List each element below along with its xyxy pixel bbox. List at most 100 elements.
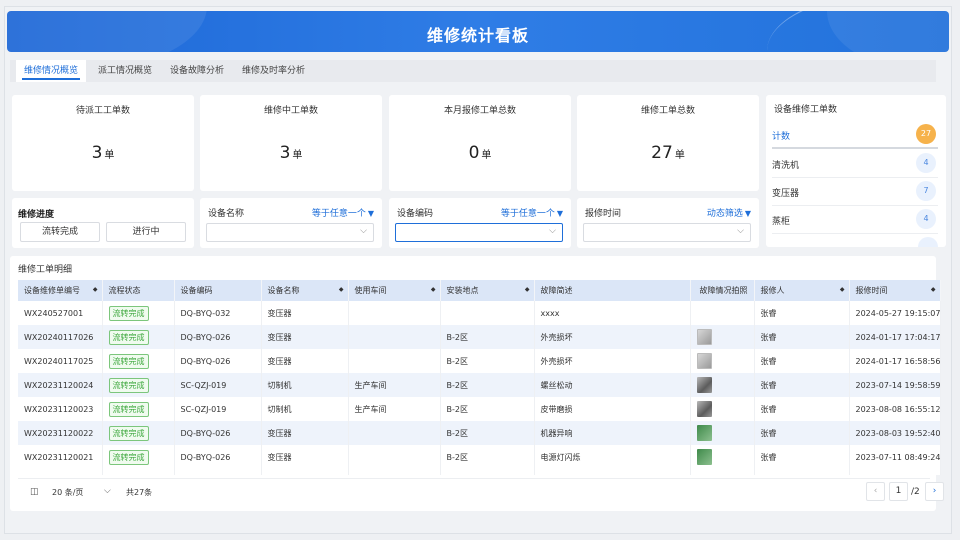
column-header[interactable]: 使用车间 ◆ xyxy=(348,280,441,301)
table-row[interactable]: WX240527001 流转完成 DQ-BYQ-032 变压器 xxxx 张睿 2024-0… xyxy=(18,301,941,325)
reporter-cell: 张睿 xyxy=(754,421,850,445)
chevron-down-icon: ⌵ xyxy=(360,226,367,236)
stat-value: 27 单 xyxy=(651,143,685,163)
device-count-row[interactable]: 清洗机 4 xyxy=(772,150,938,178)
reporter-cell: 张睿 xyxy=(754,349,850,373)
photo-cell xyxy=(690,397,755,421)
table-row[interactable]: WX20231120024 流转完成 SC-QZJ-019 切制机 生产车间 B-2区 螺丝… xyxy=(18,373,941,397)
stat-title: 维修中工单数 xyxy=(263,106,318,116)
page-title: 维修统计看板 xyxy=(426,26,529,45)
filter-mode-dropdown[interactable]: 动态筛选 ▼ xyxy=(707,206,751,219)
status-badge: 流转完成 xyxy=(108,449,149,465)
order-id-cell: WX240527001 xyxy=(18,301,103,325)
status-cell: 流转完成 xyxy=(102,421,175,445)
photo-cell xyxy=(690,421,755,445)
stat-value: 0单 xyxy=(468,143,492,163)
status-cell: 流转完成 xyxy=(102,445,175,469)
device-count-row[interactable]: 蒸柜 4 xyxy=(772,206,938,234)
location-cell: B-2区 xyxy=(440,349,535,373)
status-cell: 流转完成 xyxy=(102,301,175,325)
device-code-cell: DQ-BYQ-026 xyxy=(174,421,262,445)
fault-cell: 外壳损坏 xyxy=(534,325,691,349)
partial-cell xyxy=(18,469,103,475)
column-header[interactable]: 设备名称 ◆ xyxy=(261,280,349,301)
column-header[interactable]: 报修时间 ◆ xyxy=(849,280,941,301)
page-size-select[interactable]: 20 条/页 xyxy=(52,487,83,498)
stat-title: 待派工工单数 xyxy=(75,106,130,116)
fault-photo-thumbnail[interactable] xyxy=(696,401,712,417)
next-page-button[interactable]: › xyxy=(925,482,944,501)
column-header[interactable]: 流程状态 xyxy=(102,280,175,301)
detail-panel: 维修工单明细 设备维修单编号 ◆ 流程状态 设备编码 设备名称 ◆ 使用车间 ◆ 安装… xyxy=(10,256,944,511)
column-header[interactable]: 设备维修单编号 ◆ xyxy=(18,280,103,301)
reporter-cell: 张睿 xyxy=(754,301,850,325)
tab-timeliness-analysis[interactable]: 维修及时率分析 xyxy=(234,60,313,82)
stat-card-total-orders: 维修工单总数 27 单 xyxy=(577,95,759,191)
device-code-cell: DQ-BYQ-032 xyxy=(174,301,262,325)
workshop-cell xyxy=(348,301,441,325)
filter-mode-dropdown[interactable]: 等于任意一个 ▼ xyxy=(501,206,563,219)
table-header-row: 设备维修单编号 ◆ 流程状态 设备编码 设备名称 ◆ 使用车间 ◆ 安装地点 ◆ 故障简… xyxy=(18,280,941,301)
time-cell: 2024-05-27 19:15:07 xyxy=(849,301,941,325)
device-code-select[interactable]: ⌵ xyxy=(395,223,563,242)
partial-badge xyxy=(918,237,938,247)
device-name-select[interactable]: ⌵ xyxy=(206,223,374,242)
partial-cell xyxy=(174,469,262,475)
fault-photo-thumbnail[interactable] xyxy=(696,377,712,393)
filter-mode-dropdown[interactable]: 等于任意一个 ▼ xyxy=(312,206,374,219)
filter-label: 设备名称 xyxy=(208,209,245,219)
status-badge: 流转完成 xyxy=(108,377,149,393)
filter-device-name: 设备名称 等于任意一个 ▼ ⌵ xyxy=(200,198,382,248)
fault-photo-thumbnail[interactable] xyxy=(696,449,712,465)
stat-card-in-repair: 维修中工单数 3单 xyxy=(200,95,382,191)
tab-fault-analysis[interactable]: 设备故障分析 xyxy=(162,60,232,82)
column-header[interactable]: 故障简述 xyxy=(534,280,691,301)
progress-done-button[interactable]: 流转完成 xyxy=(20,222,100,242)
column-header[interactable]: 安装地点 ◆ xyxy=(440,280,535,301)
device-count-row[interactable]: 变压器 7 xyxy=(772,178,938,206)
device-code-cell: DQ-BYQ-026 xyxy=(174,445,262,469)
time-cell: 2023-08-08 16:55:12 xyxy=(849,397,941,421)
stat-value: 3单 xyxy=(91,143,115,163)
fault-cell: 螺丝松动 xyxy=(534,373,691,397)
location-cell: B-2区 xyxy=(440,373,535,397)
status-badge: 流转完成 xyxy=(108,401,149,417)
current-page-input[interactable]: 1 xyxy=(889,482,908,501)
device-count-title: 设备维修工单数 xyxy=(774,105,838,115)
status-cell: 流转完成 xyxy=(102,349,175,373)
device-count-row[interactable]: 计数 27 xyxy=(772,121,938,149)
location-cell: B-2区 xyxy=(440,445,535,469)
prev-page-button[interactable]: ‹ xyxy=(866,482,885,501)
table-row[interactable]: WX20240117026 流转完成 DQ-BYQ-026 变压器 B-2区 外壳损坏 张睿… xyxy=(18,325,941,349)
table-row[interactable]: WX20231120023 流转完成 SC-QZJ-019 切制机 生产车间 B-2区 皮带… xyxy=(18,397,941,421)
column-header[interactable]: 报修人 ◆ xyxy=(754,280,850,301)
page-total: /2 xyxy=(911,487,920,497)
status-cell: 流转完成 xyxy=(102,373,175,397)
grid-icon[interactable]: ◫ xyxy=(30,487,39,497)
chevron-down-icon[interactable]: ⌵ xyxy=(104,486,111,496)
fault-photo-thumbnail[interactable] xyxy=(696,353,712,369)
column-header[interactable]: 故障情况拍照 xyxy=(690,280,755,301)
progress-ongoing-button[interactable]: 进行中 xyxy=(106,222,186,242)
column-header[interactable]: 设备编码 xyxy=(174,280,262,301)
tab-repair-overview[interactable]: 维修情况概览 xyxy=(16,60,87,82)
table-row-partial xyxy=(18,469,941,475)
reporter-cell: 张睿 xyxy=(754,397,850,421)
partial-cell xyxy=(102,469,175,475)
photo-cell xyxy=(690,301,755,325)
header-banner: 维修统计看板 xyxy=(7,11,949,52)
table-row[interactable]: WX20240117025 流转完成 DQ-BYQ-026 变压器 B-2区 外壳损坏 张睿… xyxy=(18,349,941,373)
status-badge: 流转完成 xyxy=(108,305,149,321)
table-row[interactable]: WX20231120021 流转完成 DQ-BYQ-026 变压器 B-2区 电源灯闪烁 张… xyxy=(18,445,941,469)
device-name-cell: 变压器 xyxy=(261,301,349,325)
tab-dispatch-overview[interactable]: 派工情况概览 xyxy=(90,60,160,82)
table-row[interactable]: WX20231120022 流转完成 DQ-BYQ-026 变压器 B-2区 机器异响 张睿… xyxy=(18,421,941,445)
fault-photo-thumbnail[interactable] xyxy=(696,425,712,441)
fault-photo-thumbnail[interactable] xyxy=(696,329,712,345)
filter-label: 报修时间 xyxy=(585,209,622,219)
report-time-select[interactable]: ⌵ xyxy=(583,223,751,242)
chevron-down-icon: ⌵ xyxy=(737,226,744,236)
device-count-panel: 设备维修工单数 计数 27 清洗机 4 变压器 7 蒸柜 4 xyxy=(766,95,946,247)
order-id-cell: WX20231120024 xyxy=(18,373,103,397)
total-count: 共27条 xyxy=(126,488,153,497)
